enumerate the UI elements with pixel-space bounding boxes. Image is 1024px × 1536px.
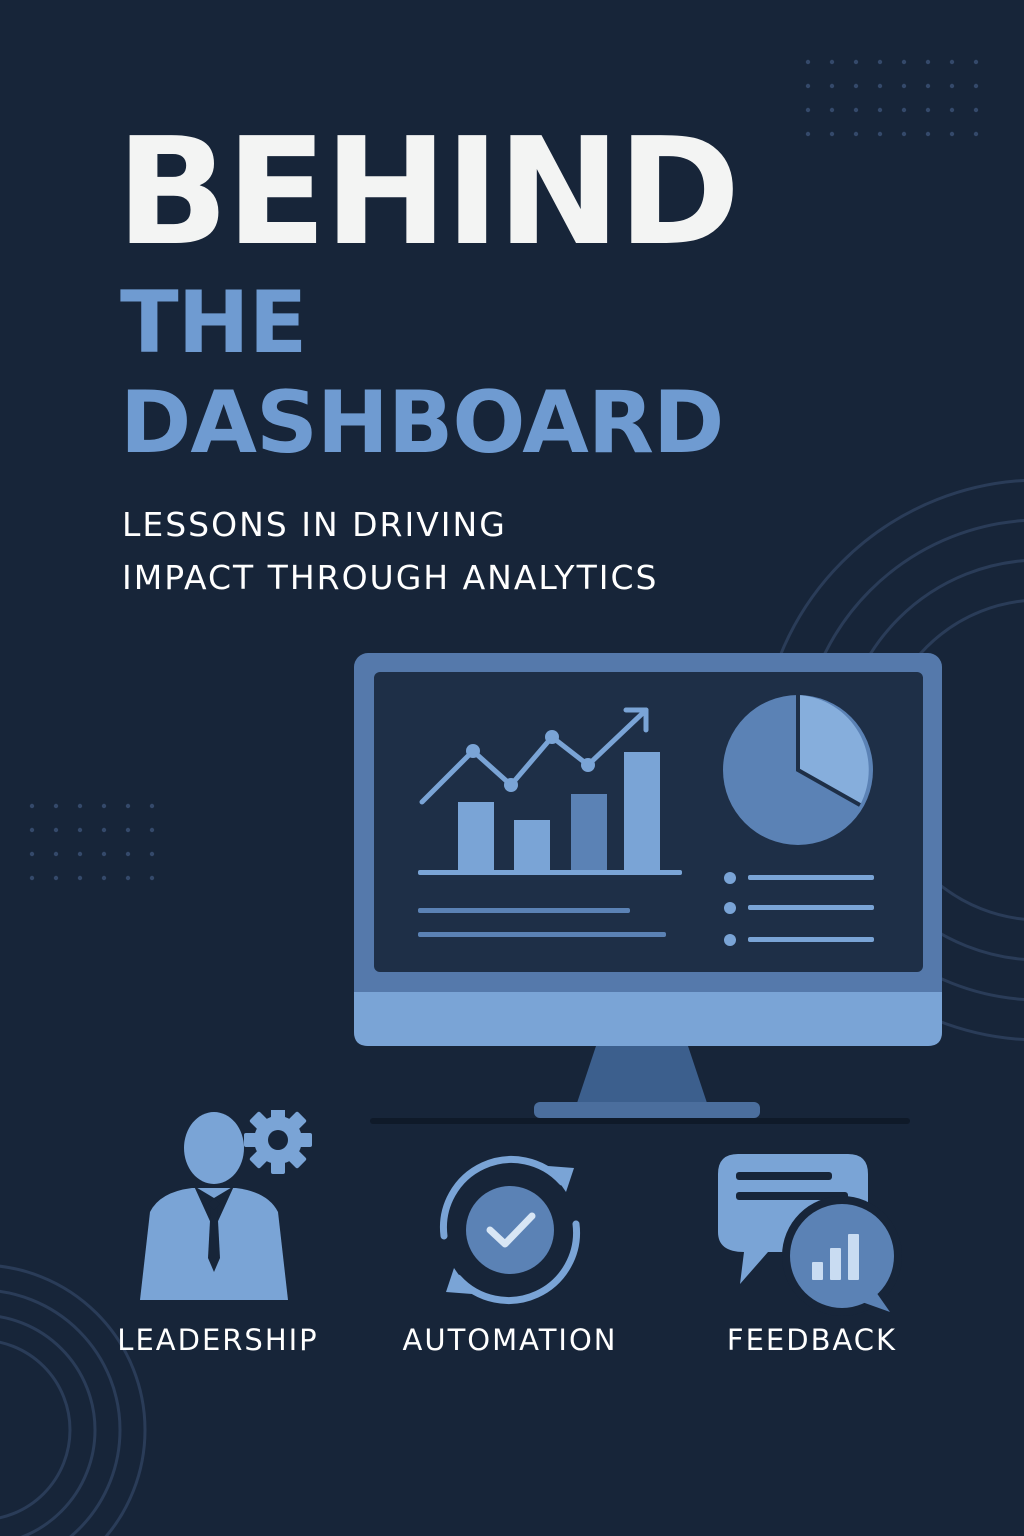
cycle-check-icon xyxy=(439,1156,581,1304)
leader-gear-icon xyxy=(140,1110,312,1300)
feature-label-feedback: FEEDBACK xyxy=(726,1323,898,1357)
chat-bars-icon xyxy=(718,1154,902,1316)
bar-4 xyxy=(624,752,660,872)
book-cover: BEHIND THE DASHBOARD LESSONS IN DRIVING … xyxy=(0,0,1024,1536)
chart-baseline xyxy=(418,870,682,875)
feature-label-automation: AUTOMATION xyxy=(402,1323,618,1357)
monitor-stand-neck xyxy=(576,1040,708,1106)
screen-pie-chart xyxy=(723,695,873,845)
bar-2 xyxy=(514,820,550,872)
monitor-stand-base xyxy=(534,1102,760,1118)
monitor-chin xyxy=(354,992,942,1046)
feature-label-leadership: LEADERSHIP xyxy=(117,1323,319,1357)
bar-3 xyxy=(571,794,607,872)
bar-1 xyxy=(458,802,494,872)
monitor-shadow xyxy=(370,1118,910,1124)
